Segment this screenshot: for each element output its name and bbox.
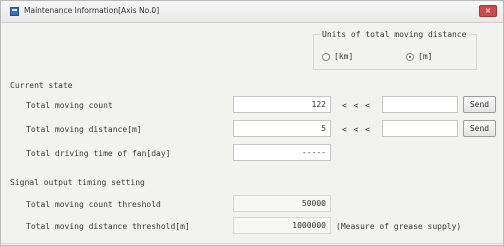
- radio-km-indicator[interactable]: [322, 52, 330, 61]
- app-icon: [10, 7, 19, 16]
- radio-m-label: [m]: [418, 52, 433, 61]
- radio-km[interactable]: [km]: [322, 52, 353, 61]
- distance-threshold-label: Total moving distance threshold[m]: [26, 222, 190, 231]
- send-moving-distance-button[interactable]: Send: [463, 120, 496, 137]
- current-state-heading: Current state: [10, 81, 73, 90]
- maintenance-window: Maintenance Information[Axis No.0] × Uni…: [0, 0, 504, 246]
- grease-supply-note: (Measure of grease supply): [336, 222, 462, 231]
- moving-count-arrows: < < <: [342, 101, 372, 110]
- fan-time-field: -----: [233, 144, 331, 161]
- moving-count-label: Total moving count: [26, 101, 113, 110]
- moving-distance-arrows: < < <: [342, 125, 372, 134]
- moving-distance-field: 5: [233, 120, 331, 137]
- radio-km-label: [km]: [334, 52, 354, 61]
- radio-m[interactable]: [m]: [406, 52, 432, 61]
- title-bar: Maintenance Information[Axis No.0] ×: [1, 1, 503, 23]
- moving-count-input[interactable]: [382, 96, 458, 113]
- send-moving-count-button[interactable]: Send: [463, 96, 496, 113]
- fan-time-label: Total driving time of fan[day]: [26, 149, 171, 158]
- distance-threshold-field: 1000000: [233, 217, 331, 234]
- moving-count-field: 122: [233, 96, 331, 113]
- window-title: Maintenance Information[Axis No.0]: [24, 6, 160, 15]
- radio-m-indicator[interactable]: [406, 52, 414, 61]
- moving-distance-input[interactable]: [382, 120, 458, 137]
- close-button[interactable]: ×: [479, 5, 497, 17]
- signal-output-heading: Signal output timing setting: [10, 178, 145, 187]
- divider: [1, 243, 503, 244]
- moving-distance-label: Total moving distance[m]: [26, 125, 142, 134]
- units-legend: Units of total moving distance: [320, 30, 469, 39]
- count-threshold-label: Total moving count threshold: [26, 200, 161, 209]
- count-threshold-field: 50000: [233, 195, 331, 212]
- units-groupbox: Units of total moving distance [km] [m]: [313, 30, 477, 70]
